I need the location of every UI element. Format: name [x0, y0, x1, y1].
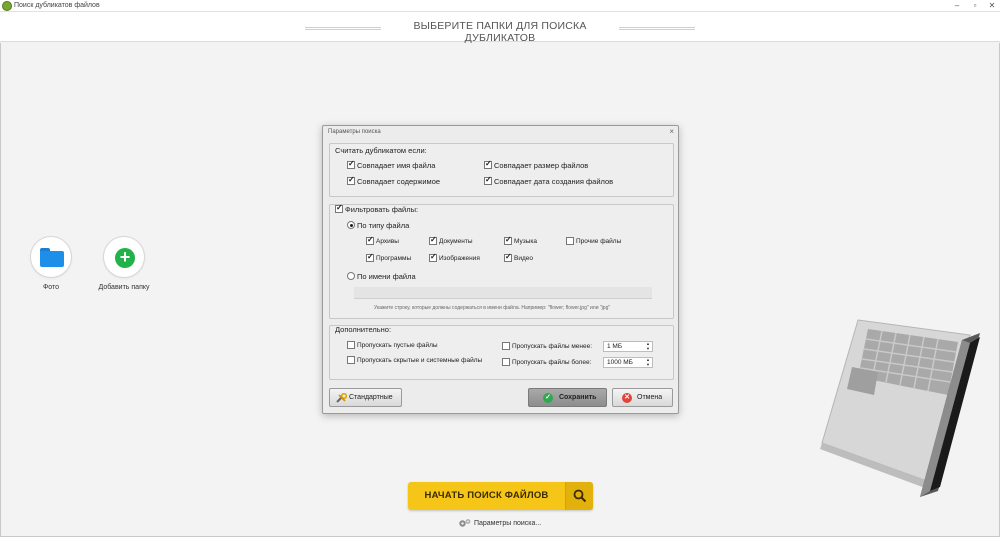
check-icon: ✓ — [543, 393, 553, 403]
folder-tile-photo[interactable]: Фото — [25, 236, 77, 291]
duplicates-group-title: Считать дубликатом если: — [335, 146, 427, 155]
option-same-size[interactable]: Совпадает размер файлов — [484, 159, 588, 170]
max-size-value: 1000 МБ — [607, 359, 633, 366]
dialog-title: Параметры поиска — [328, 129, 381, 135]
file-name-filter-input[interactable] — [354, 287, 652, 299]
checkbox[interactable] — [347, 341, 355, 349]
stepper-arrows-icon[interactable]: ▲ ▼ — [646, 341, 650, 351]
start-search-button[interactable]: НАЧАТЬ ПОИСК ФАЙЛОВ — [408, 482, 593, 510]
radio[interactable] — [347, 272, 355, 281]
search-params-dialog: Параметры поиска × Считать дубликатом ес… — [322, 125, 679, 414]
search-params-label: Параметры поиска... — [473, 519, 542, 527]
option-same-date[interactable]: Совпадает дата создания файлов — [484, 175, 613, 186]
option-same-content[interactable]: Совпадает содержимое — [347, 175, 440, 186]
search-button-part[interactable] — [565, 482, 593, 510]
checkbox[interactable] — [429, 252, 437, 262]
add-icon: + — [115, 248, 135, 268]
radio[interactable] — [347, 221, 355, 230]
folder-label: Фото — [42, 284, 60, 291]
window-title: Поиск дубликатов файлов — [14, 2, 100, 9]
dialog-close-button[interactable]: × — [669, 127, 674, 136]
header-decoration-left — [305, 27, 381, 30]
option-same-name[interactable]: Совпадает имя файла — [347, 159, 435, 170]
skip-larger-than[interactable]: Пропускать файлы более: — [502, 358, 591, 366]
folder-circle[interactable] — [30, 236, 72, 278]
checkbox[interactable] — [502, 342, 510, 350]
title-bar: Поиск дубликатов файлов – ▫ ✕ — [0, 0, 1000, 12]
defaults-button[interactable]: Стандартные — [329, 388, 402, 407]
checkbox[interactable] — [429, 235, 437, 245]
page-title: ВЫБЕРИТЕ ПАПКИ ДЛЯ ПОИСКА ДУБЛИКАТОВ — [413, 20, 587, 44]
skip-hidden-files[interactable]: Пропускать скрытые и системные файлы — [347, 356, 482, 364]
checkbox[interactable] — [347, 175, 355, 186]
search-params-link[interactable]: Параметры поиска... — [458, 518, 541, 528]
search-icon — [573, 489, 587, 503]
min-size-value: 1 МБ — [607, 343, 623, 350]
laptop-illustration — [820, 319, 980, 497]
checkbox[interactable] — [347, 159, 355, 170]
gears-icon — [459, 519, 471, 527]
app-icon — [2, 1, 12, 11]
type-programs[interactable]: Программы — [366, 252, 411, 262]
checkbox[interactable] — [566, 237, 574, 245]
header-decoration-right — [619, 27, 695, 30]
min-size-stepper[interactable]: 1 МБ ▲ ▼ — [603, 341, 653, 352]
max-size-stepper[interactable]: 1000 МБ ▲ ▼ — [603, 357, 653, 368]
type-video[interactable]: Видео — [504, 252, 533, 262]
checkbox[interactable] — [484, 159, 492, 170]
file-name-hint: Укажите строку, которые должны содержать… — [374, 305, 611, 311]
add-folder-tile[interactable]: + Добавить папку — [93, 236, 155, 291]
type-music[interactable]: Музыка — [504, 235, 537, 245]
type-documents[interactable]: Документы — [429, 235, 473, 245]
start-search-label: НАЧАТЬ ПОИСК ФАЙЛОВ — [424, 490, 549, 501]
extra-group: Дополнительно: Пропускать пустые файлы П… — [329, 325, 674, 380]
checkbox[interactable] — [366, 235, 374, 245]
cancel-button[interactable]: ✕ Отмена — [612, 388, 673, 407]
folder-icon — [40, 248, 64, 267]
checkbox[interactable] — [347, 356, 355, 364]
skip-empty-files[interactable]: Пропускать пустые файлы — [347, 341, 438, 349]
checkbox[interactable] — [366, 252, 374, 262]
add-folder-circle[interactable]: + — [103, 236, 145, 278]
minimize-button[interactable]: – — [950, 0, 964, 11]
extra-group-title: Дополнительно: — [335, 325, 392, 334]
cancel-icon: ✕ — [622, 393, 632, 403]
add-folder-label: Добавить папку — [98, 284, 150, 291]
save-button[interactable]: ✓ Сохранить — [528, 388, 607, 407]
filter-by-name-radio[interactable]: По имени файла — [347, 271, 416, 281]
maximize-button[interactable]: ▫ — [968, 0, 982, 11]
skip-smaller-than[interactable]: Пропускать файлы менее: — [502, 342, 592, 350]
filter-group: Фильтровать файлы: По типу файла Архивы … — [329, 203, 674, 319]
type-images[interactable]: Изображения — [429, 252, 480, 262]
close-window-button[interactable]: ✕ — [985, 0, 999, 11]
filter-by-type-radio[interactable]: По типу файла — [347, 220, 409, 230]
page-header: ВЫБЕРИТЕ ПАПКИ ДЛЯ ПОИСКА ДУБЛИКАТОВ — [0, 12, 1000, 44]
checkbox[interactable] — [504, 252, 512, 262]
type-archives[interactable]: Архивы — [366, 235, 399, 245]
type-other[interactable]: Прочие файлы — [566, 237, 621, 245]
checkbox[interactable] — [504, 235, 512, 245]
checkbox[interactable] — [484, 175, 492, 186]
wrench-icon — [336, 393, 347, 403]
duplicates-group: Считать дубликатом если: Совпадает имя ф… — [329, 143, 674, 197]
filter-files-toggle[interactable]: Фильтровать файлы: — [335, 203, 418, 214]
stepper-arrows-icon[interactable]: ▲ ▼ — [646, 357, 650, 367]
checkbox[interactable] — [335, 203, 343, 214]
checkbox[interactable] — [502, 358, 510, 366]
